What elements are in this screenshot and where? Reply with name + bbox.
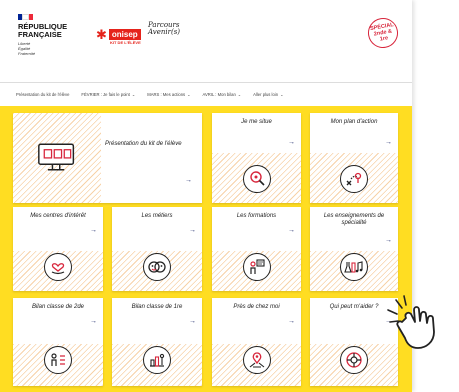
nav-label: MARS : Mes actions — [147, 92, 186, 97]
card-title: Près de chez moi — [233, 304, 280, 310]
lab-music-icon — [340, 253, 368, 281]
pointer-hand-icon — [382, 292, 456, 357]
arrow-right-icon: → — [288, 318, 295, 325]
nav-label: Présentation du kit de l'élève — [16, 92, 70, 97]
location-search-icon — [242, 165, 271, 193]
onisep-name: onisep — [108, 29, 141, 40]
site-header: RÉPUBLIQUE FRANÇAISE Liberté Égalité Fra… — [0, 0, 412, 86]
onisep-star-icon: ✱ — [96, 27, 107, 42]
card-les-formations[interactable]: Les formations → — [212, 207, 301, 291]
teacher-icon — [242, 253, 271, 281]
page: RÉPUBLIQUE FRANÇAISE Liberté Égalité Fra… — [0, 0, 412, 392]
card-je-me-situe[interactable]: Je me situe → — [212, 113, 301, 203]
card-title: Je me situe — [241, 119, 272, 125]
people-list-icon — [44, 346, 72, 374]
nav-label: Aller plus loin — [253, 92, 279, 97]
kit-board: Présentation du kit de l'élève → Je me s… — [0, 106, 412, 392]
nav-label: FÉVRIER : Je fais le point — [81, 92, 130, 97]
map-pin-icon — [242, 346, 271, 374]
arrow-right-icon: → — [189, 227, 196, 234]
card-title: Présentation du kit de l'élève — [105, 141, 182, 147]
card-title: Les métiers — [141, 213, 173, 219]
arrow-right-icon: → — [385, 237, 392, 244]
avenirs-line2: Avenir(s) — [148, 28, 181, 36]
chevron-down-icon: ⌄ — [280, 92, 284, 97]
arrow-right-icon: → — [189, 318, 196, 325]
nav-label: AVRIL : Mon bilan — [202, 92, 236, 97]
card-bilan-2de[interactable]: Bilan classe de 2de → — [13, 298, 103, 386]
card-presentation[interactable]: Présentation du kit de l'élève → — [13, 113, 202, 203]
arrow-right-icon: → — [90, 318, 97, 325]
main-nav: Présentation du kit de l'élève FÉVRIER :… — [0, 82, 412, 106]
onisep-logo[interactable]: ✱ onisep KIT DE L'ÉLÈVE — [96, 27, 141, 45]
motto-fraternite: Fraternité — [18, 51, 36, 56]
lifebuoy-icon — [340, 346, 368, 374]
card-bilan-1re[interactable]: Bilan classe de 1re → — [112, 298, 202, 386]
card-title: Les formations — [236, 213, 277, 219]
chevron-down-icon: ⌄ — [131, 92, 136, 97]
chevron-down-icon: ⌄ — [237, 92, 242, 97]
special-stamp: SPÉCIAL 2nde & 1re — [365, 15, 401, 51]
chevron-down-icon: ⌄ — [187, 92, 191, 97]
card-les-metiers[interactable]: Les métiers → — [112, 207, 202, 291]
plan-icon — [340, 165, 368, 193]
arrow-right-icon: → — [385, 139, 392, 146]
arrow-right-icon: → — [185, 177, 192, 184]
card-enseignements-specialite[interactable]: Les enseignements de spécialité → — [310, 207, 398, 291]
chart-icon — [143, 346, 171, 374]
arrow-right-icon: → — [90, 227, 97, 234]
nav-item-aller-plus-loin[interactable]: Aller plus loin ⌄ — [253, 92, 283, 97]
nav-item-fevrier[interactable]: FÉVRIER : Je fais le point ⌄ — [81, 92, 135, 97]
nav-item-mars[interactable]: MARS : Mes actions ⌄ — [147, 92, 190, 97]
card-title: Bilan classe de 1re — [131, 304, 183, 310]
arrow-right-icon: → — [288, 139, 295, 146]
french-flag-icon — [18, 14, 33, 20]
screen-icon — [37, 137, 77, 177]
card-title: Mes centres d'intérêt — [30, 213, 86, 219]
onisep-subtitle: KIT DE L'ÉLÈVE — [110, 40, 141, 45]
card-centres-interet[interactable]: Mes centres d'intérêt → — [13, 207, 103, 291]
heart-hand-icon — [44, 253, 72, 281]
republique-francaise-logo: RÉPUBLIQUE FRANÇAISE Liberté Égalité Fra… — [18, 14, 67, 56]
card-mon-plan-action[interactable]: Mon plan d'action → — [310, 113, 398, 203]
card-title: Bilan classe de 2de — [31, 304, 85, 310]
card-title: Les enseignements de spécialité — [323, 213, 385, 226]
nav-item-avril[interactable]: AVRIL : Mon bilan ⌄ — [203, 92, 242, 97]
republique-line2: FRANÇAISE — [18, 30, 62, 39]
arrow-right-icon: → — [288, 227, 295, 234]
parcours-avenirs-logo: Parcours Avenir(s) — [148, 22, 180, 36]
nav-item-presentation[interactable]: Présentation du kit de l'élève — [16, 92, 69, 97]
card-title: Mon plan d'action — [330, 119, 378, 125]
card-pres-de-chez-moi[interactable]: Près de chez moi → — [212, 298, 301, 386]
masks-icon — [143, 253, 171, 281]
